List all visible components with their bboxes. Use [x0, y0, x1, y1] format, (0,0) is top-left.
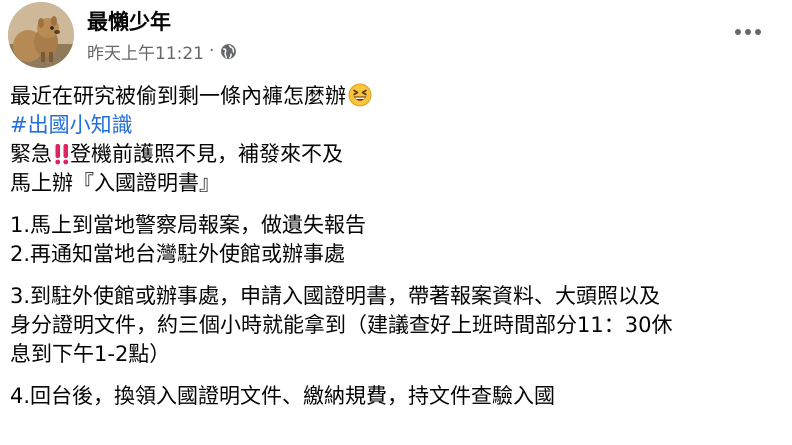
post-body: 最近在研究被偷到剩一條內褲怎麼辦 #出國小知識 緊急 登機前護照不見，補發來不及… [10, 82, 784, 411]
post-line-3: 緊急 登機前護照不見，補發來不及 [10, 140, 784, 169]
author-name[interactable]: 最懶少年 [87, 6, 171, 36]
more-options-button[interactable] [726, 16, 770, 48]
hashtag-link[interactable]: #出國小知識 [10, 111, 784, 140]
squirrel-avatar-photo [8, 2, 74, 68]
step-4: 4.回台後，換領入國證明文件、繳納規費，持文件查驗入國 [10, 382, 784, 411]
step-3-line-1: 3.到駐外使館或辦事處，申請入國證明書，帶著報案資料、大頭照以及 [10, 284, 661, 308]
meta-separator: · [209, 41, 215, 61]
author-avatar[interactable] [8, 2, 74, 68]
step-3-line-2: 身分證明文件，約三個小時就能拿到（建議查好上班時間部分11：30休 [10, 313, 673, 337]
grinning-squinting-face-icon [348, 83, 372, 107]
post-line-4: 馬上辦『入國證明書』 [10, 171, 220, 195]
post-line-3-prefix: 緊急 [10, 142, 52, 166]
globe-icon[interactable] [220, 43, 237, 60]
post-header: 最懶少年 昨天上午11:21 · [0, 0, 792, 72]
step-3: 3.到駐外使館或辦事處，申請入國證明書，帶著報案資料、大頭照以及 身分證明文件，… [10, 282, 784, 369]
post-line-3-text: 登機前護照不見，補發來不及 [70, 142, 343, 166]
step-1: 1.馬上到當地警察局報案，做遺失報告 [10, 213, 367, 237]
post-intro: 最近在研究被偷到剩一條內褲怎麼辦 #出國小知識 緊急 登機前護照不見，補發來不及… [10, 82, 784, 198]
more-dots-icon [735, 29, 761, 35]
steps-1-2: 1.馬上到當地警察局報案，做遺失報告 2.再通知當地台灣駐外使館或辦事處 [10, 211, 784, 269]
post-line-1: 最近在研究被偷到剩一條內褲怎麼辦 [10, 82, 784, 111]
step-4-line: 4.回台後，換領入國證明文件、繳納規費，持文件查驗入國 [10, 384, 556, 408]
post-meta: 昨天上午11:21 · [87, 39, 237, 64]
step-2: 2.再通知當地台灣駐外使館或辦事處 [10, 242, 346, 266]
post-timestamp[interactable]: 昨天上午11:21 [87, 39, 204, 64]
step-3-line-3: 息到下午1-2點） [10, 342, 171, 366]
double-exclamation-icon [55, 144, 69, 165]
post-line-1-text: 最近在研究被偷到剩一條內褲怎麼辦 [10, 84, 346, 108]
